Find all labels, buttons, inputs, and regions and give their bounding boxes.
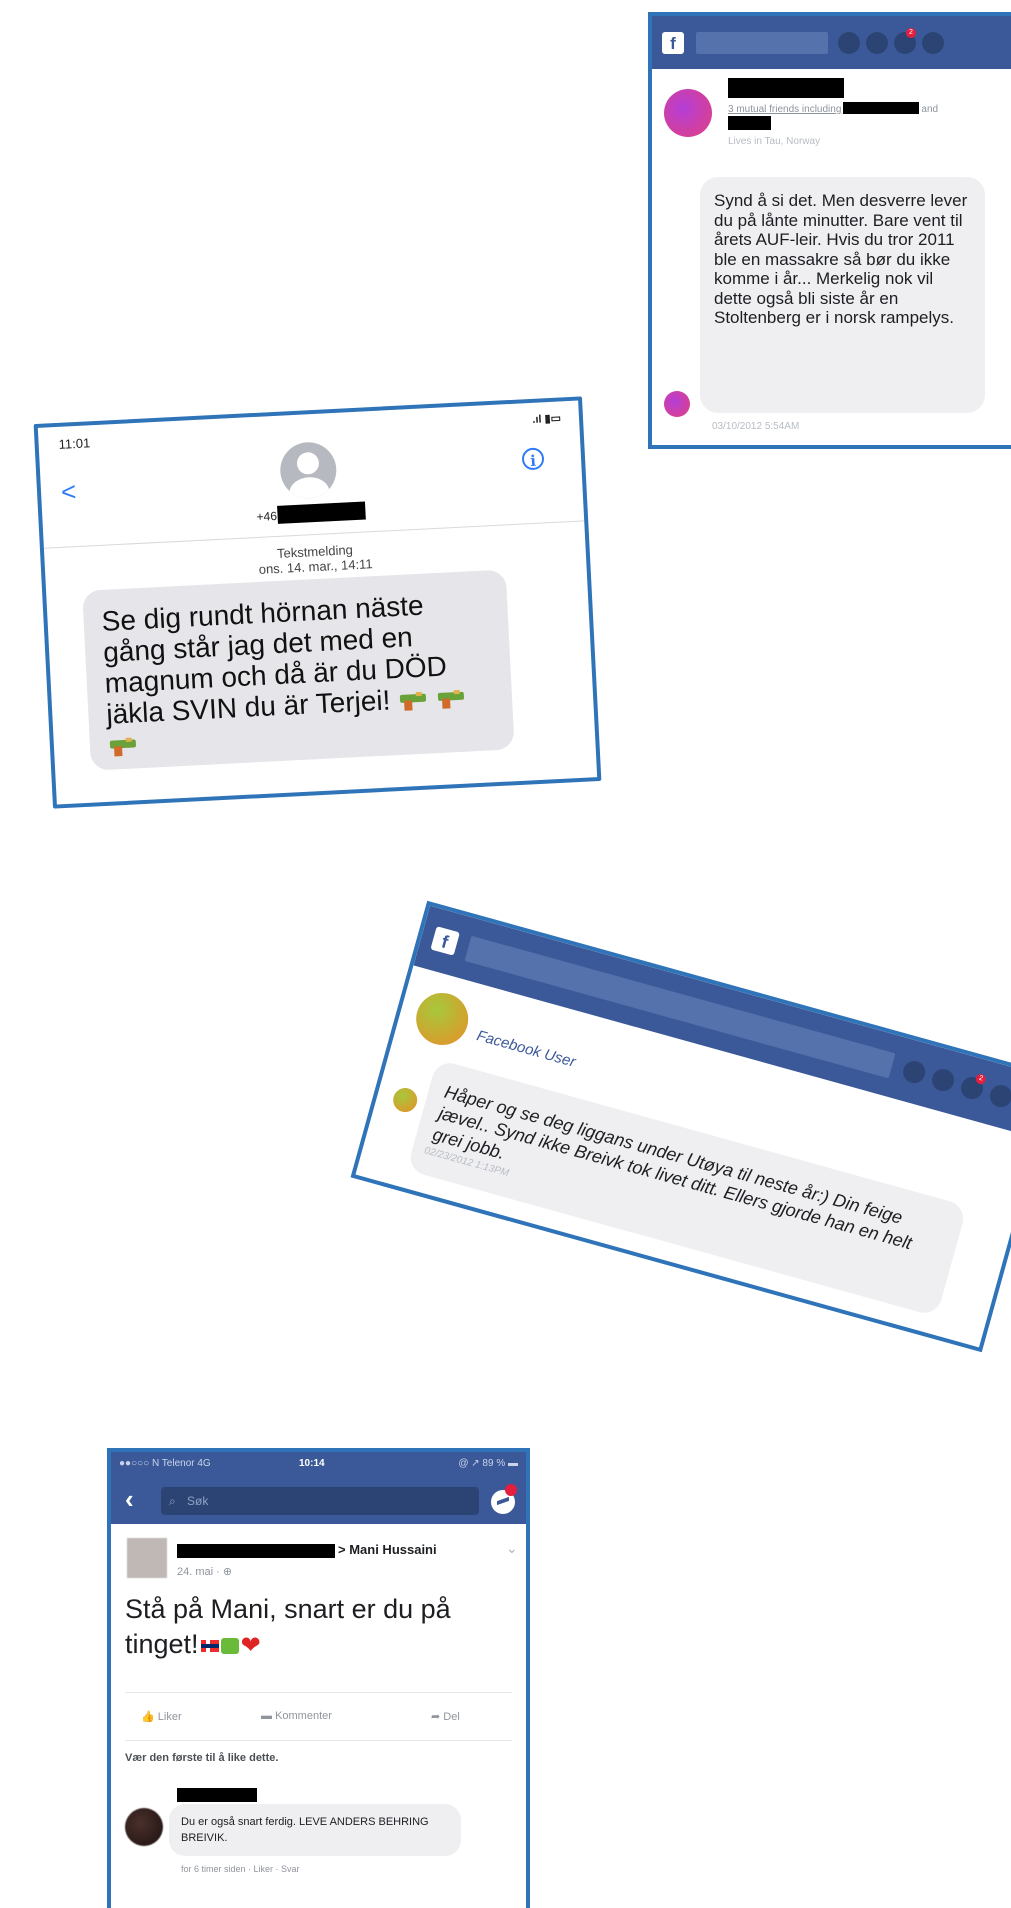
facebook-nav-bar: ‹ ⌕ Søk (111, 1476, 526, 1524)
comment-bubble: Du er også snart ferdig. LEVE ANDERS BEH… (169, 1804, 461, 1856)
comment-button[interactable]: ▬ Kommenter (261, 1710, 332, 1722)
post-actions: 👍 Liker ▬ Kommenter ➦ Del (111, 1702, 526, 1732)
friends-icon[interactable] (838, 32, 860, 54)
family-icon (220, 1638, 239, 1654)
water-pistol-icon (399, 691, 429, 711)
messages-icon[interactable] (929, 1066, 957, 1094)
help-icon[interactable] (922, 32, 944, 54)
back-chevron-icon[interactable]: ‹ (125, 1484, 134, 1515)
redacted-friend-name-2 (728, 116, 771, 130)
redacted-friend-name (843, 102, 920, 114)
info-icon[interactable]: i (521, 447, 545, 471)
commenter-avatar[interactable] (125, 1808, 163, 1846)
divider (125, 1740, 512, 1741)
sender-avatar[interactable] (410, 986, 475, 1051)
post-date: 24. mai · ⊕ (177, 1566, 233, 1578)
back-chevron-icon[interactable]: < (60, 476, 77, 508)
notification-badge: 2 (906, 28, 916, 38)
search-input[interactable]: ⌕ Søk (161, 1487, 479, 1515)
redacted-sender-name (728, 78, 844, 98)
post-recipient[interactable]: > Mani Hussaini (338, 1542, 437, 1557)
chevron-down-icon[interactable]: ⌄ (506, 1540, 518, 1557)
signal-battery-icon: .ıl ▮▭ (532, 412, 562, 426)
sender-avatar[interactable] (664, 89, 712, 137)
post-text: Stå på Mani, snart er du på tinget! ❤ (125, 1592, 505, 1663)
search-icon: ⌕ (169, 1494, 176, 1508)
facebook-message-card-2: f 2 Facebook User Håper og se deg liggan… (350, 900, 1011, 1353)
message-bubble: Håper og se deg liggans under Utøya til … (406, 1059, 968, 1317)
contact-avatar-icon[interactable] (278, 440, 338, 500)
facebook-logo: f (430, 926, 460, 956)
facebook-message-card-1: f 2 3 mutual friends including and Lives … (648, 12, 1011, 449)
like-button[interactable]: 👍 Liker (141, 1710, 182, 1723)
water-pistol-icon (109, 737, 139, 757)
status-time: 11:01 (58, 435, 91, 452)
redacted-phone-number (277, 501, 367, 524)
norway-flag-icon (200, 1640, 219, 1652)
phone-status-bar: ●●○○○ N Telenor 4G 10:14 @ ↗ 89 % ▬ (111, 1452, 526, 1476)
message-timestamp: 03/10/2012 5:54AM (712, 421, 800, 432)
battery-status: @ ↗ 89 % ▬ (458, 1458, 518, 1469)
facebook-logo: f (662, 32, 684, 54)
sms-message-card: 11:01 .ıl ▮▭ < +46 i Tekstmelding ons. 1… (33, 396, 602, 809)
redacted-commenter-name (177, 1788, 257, 1802)
search-bar[interactable] (696, 32, 828, 54)
sms-text: Se dig rundt hörnan näste gång står jag … (100, 589, 448, 730)
messenger-badge (505, 1484, 517, 1496)
lives-in: Lives in Tau, Norway (728, 136, 821, 147)
poster-avatar[interactable] (127, 1538, 167, 1578)
messages-icon[interactable] (866, 32, 888, 54)
heart-icon: ❤ (240, 1632, 261, 1659)
share-button[interactable]: ➦ Del (431, 1710, 460, 1723)
friends-icon[interactable] (900, 1058, 928, 1086)
comment-meta: for 6 timer siden · Liker · Svar (181, 1864, 300, 1874)
status-time: 10:14 (299, 1458, 325, 1469)
facebook-top-bar: f 2 (652, 16, 1011, 69)
sms-bubble: Se dig rundt hörnan näste gång står jag … (82, 569, 515, 771)
divider (125, 1692, 512, 1693)
sender-avatar-small (390, 1085, 420, 1115)
carrier-signal: ●●○○○ N Telenor 4G (119, 1458, 211, 1469)
mutual-friends[interactable]: 3 mutual friends including and (728, 102, 938, 115)
message-bubble: Synd å si det. Men desverre lever du på … (700, 177, 985, 413)
water-pistol-icon (437, 689, 466, 709)
redacted-poster-name (177, 1544, 335, 1558)
contact-number[interactable]: +46 (256, 501, 367, 525)
sender-avatar-small (664, 391, 690, 417)
help-icon[interactable] (987, 1082, 1011, 1110)
facebook-mobile-post-card: ●●○○○ N Telenor 4G 10:14 @ ↗ 89 % ▬ ‹ ⌕ S… (107, 1448, 530, 1908)
first-like-text: Vær den første til å like dette. (125, 1752, 279, 1764)
sender-name[interactable]: Facebook User (475, 1027, 578, 1071)
